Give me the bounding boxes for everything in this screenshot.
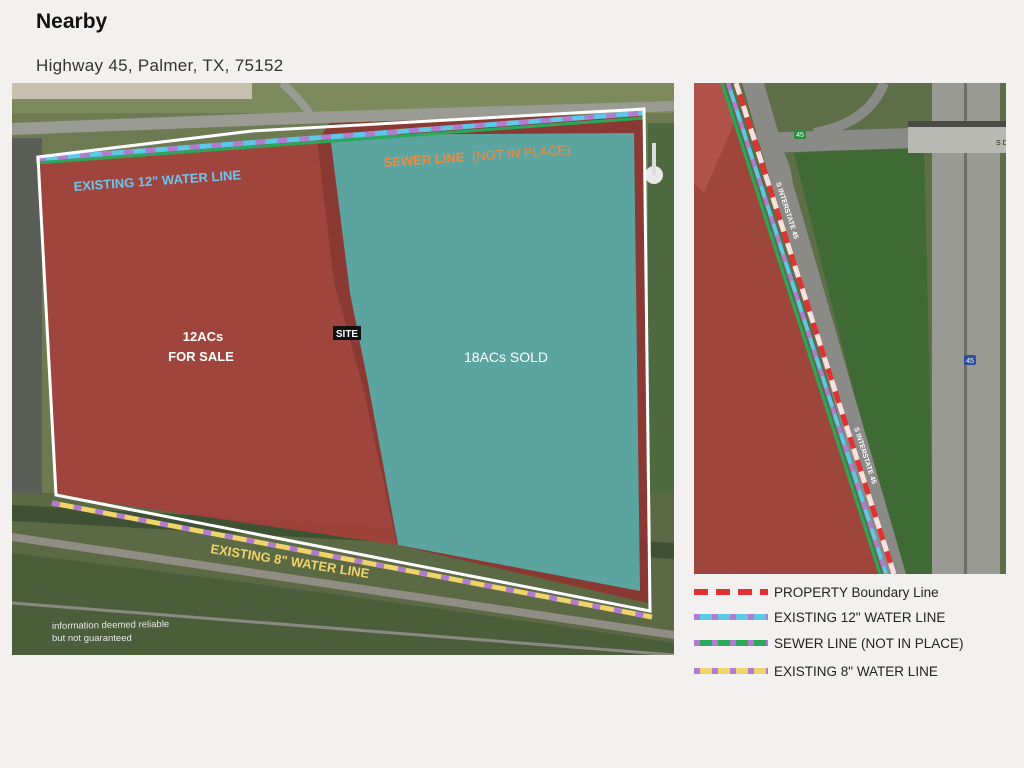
interstate-median — [964, 83, 967, 574]
site-aerial-svg: EXISTING 12" WATER LINE SEWER LINE (NOT … — [12, 83, 674, 655]
bridge — [908, 123, 1006, 153]
interstate-shield-number: 45 — [966, 358, 974, 365]
legend-item-property-boundary: PROPERTY Boundary Line — [694, 582, 939, 602]
bridge-rail — [908, 121, 1006, 127]
highway-shield-top-number: 45 — [796, 132, 804, 139]
legend-item-water-8: EXISTING 8" WATER LINE — [694, 661, 938, 681]
frontage-aerial-map[interactable]: S D 45 45 S INTERSTATE 45 S INTERSTATE 4… — [694, 83, 1006, 574]
legend-item-sewer: SEWER LINE (NOT IN PLACE) — [694, 633, 964, 653]
legend-item-water-12: EXISTING 12" WATER LINE — [694, 607, 945, 627]
frontage-aerial-svg: S D 45 45 S INTERSTATE 45 S INTERSTATE 4… — [694, 83, 1006, 574]
terrain-west-strip — [12, 138, 42, 498]
site-label: SITE — [336, 329, 359, 340]
legend-swatch-water-8 — [694, 668, 768, 674]
page-title: Nearby — [36, 10, 108, 33]
legend-swatch-water-12 — [694, 614, 768, 620]
legend-swatch-sewer — [694, 640, 768, 646]
legend-label-property-boundary: PROPERTY Boundary Line — [774, 584, 939, 600]
site-aerial-map[interactable]: EXISTING 12" WATER LINE SEWER LINE (NOT … — [12, 83, 674, 655]
parcel-for-sale-acres: 12ACs — [183, 329, 223, 344]
legend-label-sewer: SEWER LINE (NOT IN PLACE) — [774, 635, 964, 651]
legend-swatch-property-boundary — [694, 589, 768, 595]
bridge-label: S D — [996, 140, 1006, 147]
legend-label-water-8: EXISTING 8" WATER LINE — [774, 663, 938, 679]
disclaimer-line-1: information deemed reliable — [52, 619, 169, 632]
address-subtitle: Highway 45, Palmer, TX, 75152 — [36, 56, 284, 75]
disclaimer-line-2: but not guaranteed — [52, 633, 132, 644]
parcel-for-sale-status: FOR SALE — [168, 349, 234, 364]
water-tower-stem — [652, 143, 656, 175]
legend-label-water-12: EXISTING 12" WATER LINE — [774, 609, 946, 625]
parcel-sold-label: 18ACs SOLD — [464, 349, 548, 365]
terrain-field-northwest — [12, 83, 252, 99]
